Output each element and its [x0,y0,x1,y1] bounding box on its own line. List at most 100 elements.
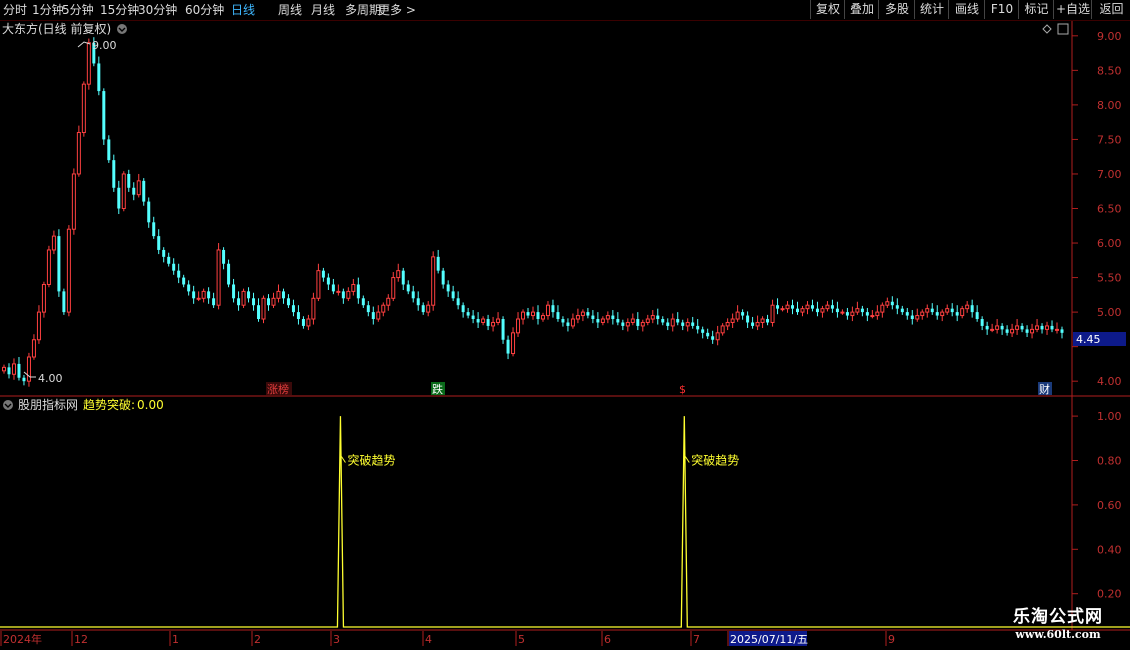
candle [770,299,775,327]
candle [905,307,909,320]
candle [900,305,904,315]
watermark-url: www.60lt.com [1015,628,1101,641]
candle [810,299,814,312]
indicator-name[interactable]: 股朋指标网 [18,397,78,412]
candle [950,303,954,317]
candle [691,316,695,329]
toolbar-button-4[interactable]: 画线 [948,0,985,19]
toolbar-button-1[interactable]: 叠加 [844,0,879,19]
candle [591,310,595,324]
candle [247,287,251,303]
event-marker-dollar[interactable]: $ [679,383,686,396]
candle [152,216,156,239]
candle [321,267,325,282]
candle [715,325,720,346]
candle [545,301,550,320]
candle [381,302,386,317]
candle [570,313,575,329]
event-marker-die[interactable]: 跌 [431,382,445,396]
candle [780,305,785,312]
candle [446,280,450,297]
chart-canvas[interactable]: 大东方(日线 前复权) 4.00 5.00 5.50 6.00 6.50 7.00 7.50… [0,0,1130,650]
period-tab-7[interactable]: 周线 [278,2,302,18]
toolbar-button-7[interactable]: +自选 [1053,0,1092,19]
toolbar-button-8[interactable]: 返回 [1091,0,1130,19]
indicator-tick-label: 0.20 [1097,588,1122,601]
candle [580,309,585,322]
candle [820,305,825,318]
candle [11,358,16,380]
candle [930,303,934,315]
toolbar-button-2[interactable]: 多股 [878,0,915,19]
period-tab-4[interactable]: 30分钟 [138,2,177,18]
period-tab-8[interactable]: 月线 [311,2,335,18]
period-tab-0[interactable]: 分时 [3,2,27,18]
candle [326,273,330,291]
candle [516,312,521,337]
candle [875,305,880,320]
date-label: 9 [888,633,895,646]
candle [975,305,979,322]
candle [401,267,405,291]
candle [26,352,31,387]
candle [840,309,845,315]
watermark: 乐淘公式网 www.60lt.com [992,607,1124,647]
candle [835,301,839,318]
toolbar-button-6[interactable]: 标记 [1018,0,1054,19]
period-tab-6[interactable]: 日线 [231,2,255,18]
candle [865,307,869,322]
candle [461,302,465,318]
panel-toggle-icon[interactable] [1057,23,1069,35]
date-label: 2024年 [3,632,42,646]
candle [496,312,501,326]
period-tab-10[interactable]: 更多 > [378,2,416,18]
stock-title: 大东方(日线 前复权) [2,21,111,36]
period-tab-5[interactable]: 60分钟 [185,2,224,18]
indicator-tick-label: 0.40 [1097,543,1122,556]
candle [600,316,605,326]
candle [81,81,86,137]
price-tick-label: 6.50 [1097,203,1122,216]
signal-label: 突破趋势 [691,453,739,468]
candle [830,299,834,313]
candle [121,171,126,212]
toolbar-button-5[interactable]: F10 [984,0,1019,19]
candle [491,316,496,332]
signal-arrow [684,456,690,463]
title-menu-icon[interactable] [117,24,127,34]
date-label: 4 [425,633,432,646]
indicator-menu-icon[interactable] [3,400,13,410]
toolbar-button-0[interactable]: 复权 [810,0,845,19]
price-tick-label: 6.00 [1097,237,1122,250]
indicator-tick-label: 0.60 [1097,499,1122,512]
candle [212,292,216,308]
candle [222,247,226,270]
diamond-icon[interactable] [1042,24,1052,34]
candle [107,135,111,163]
event-marker-zhangbang[interactable]: 涨榜 [266,382,292,396]
period-tab-9[interactable]: 多周期 [345,2,381,18]
candle [351,278,356,296]
candle [741,309,745,320]
period-tab-1[interactable]: 1分钟 [32,2,64,18]
candle [1010,323,1015,337]
period-toolbar: 分时 1分钟 5分钟 15分钟 30分钟 60分钟 日线 周线 月线 多周期 更多 > 复权 叠加 多股统… [0,0,1130,21]
candle [301,316,305,329]
candle [661,316,665,326]
toolbar-button-3[interactable]: 统计 [914,0,949,19]
event-marker-cai[interactable]: 财 [1038,382,1052,396]
candle [880,302,885,318]
candle [376,305,381,322]
candle [267,294,270,311]
candle [371,306,375,325]
event-label: 跌 [432,382,443,396]
candle [870,310,875,319]
candle [201,288,206,303]
period-tab-3[interactable]: 15分钟 [100,2,139,18]
low-marker-label: 4.00 [38,372,63,385]
period-tab-2[interactable]: 5分钟 [62,2,94,18]
candle [980,316,984,331]
candle [910,310,914,325]
candle [296,305,300,325]
candle [2,364,6,374]
